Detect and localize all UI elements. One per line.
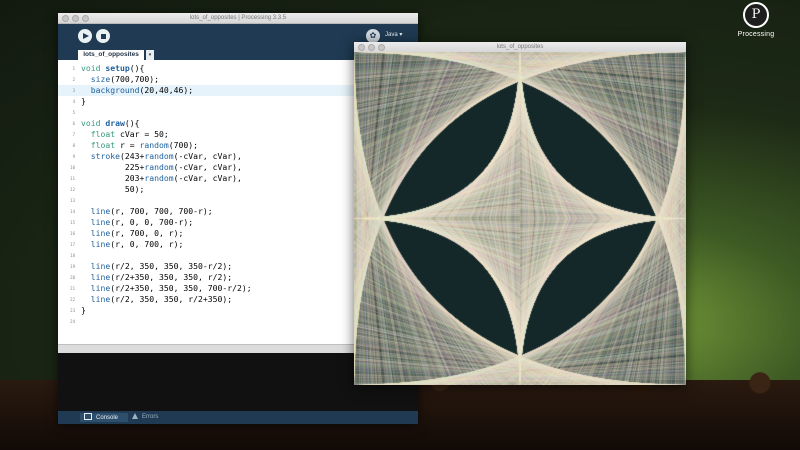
code-text: float cVar = 50; [90,129,169,139]
code-text: line(r/2, 350, 350, 350-r/2); [90,261,233,271]
sketch-canvas[interactable] [354,52,686,385]
ide-window-title: lots_of_opposites | Processing 3.3.5 [189,15,287,21]
code-text: } [81,96,86,106]
run-button[interactable] [78,29,92,43]
tab-lots-of-opposites[interactable]: lots_of_opposites [78,50,144,60]
line-number: 5 [72,110,75,115]
console-tab-label: Console [96,415,119,421]
line-number: 1 [72,66,75,71]
processing-logo: P Processing [726,2,786,38]
tab-menu-chevron-down-icon[interactable]: ▾ [146,50,154,60]
line-number: 11 [70,176,75,181]
code-text: float r = random(700); [90,140,198,150]
line-number: 9 [72,154,75,159]
zoom-window-button[interactable] [82,15,89,22]
line-number: 4 [72,99,75,104]
line-number: 19 [70,264,75,269]
processing-logo-icon: P [743,2,769,28]
code-text: background(20,40,46); [90,85,194,95]
line-number: 18 [70,253,75,258]
errors-tab[interactable]: Errors [132,413,158,422]
code-text: size(700,700); [90,74,159,84]
line-number: 7 [72,132,75,137]
ide-titlebar[interactable]: lots_of_opposites | Processing 3.3.5 [58,13,418,24]
sketch-minimize-window-button[interactable] [368,44,375,51]
code-text: 225+random(-cVar, cVar), [81,162,242,172]
code-text: line(r/2, 350, 350, r/2+350); [90,294,233,304]
processing-logo-label: Processing [737,31,775,38]
sketch-window-title: lots_of_opposites [496,44,544,50]
code-text: stroke(243+random(-cVar, cVar), [90,151,242,161]
sketch-close-window-button[interactable] [358,44,365,51]
line-number: 20 [70,275,75,280]
errors-tab-label: Errors [142,414,159,420]
console-icon [84,413,92,420]
close-window-button[interactable] [62,15,69,22]
line-number: 22 [70,297,75,302]
sketch-output-window: lots_of_opposites [354,42,686,385]
line-number: 6 [72,121,75,126]
line-number: 10 [70,165,75,170]
line-number: 8 [72,143,75,148]
code-text: } [81,305,86,315]
line-number: 21 [70,286,75,291]
debug-icon[interactable]: ✿ [366,29,380,43]
line-number: 12 [70,187,75,192]
line-number: 16 [70,231,75,236]
code-text: 50); [81,184,145,194]
code-text: line(r/2+350, 350, 350, 700-r/2); [90,283,252,293]
line-number: 13 [70,198,75,203]
console-tab[interactable]: Console [80,413,128,422]
minimize-window-button[interactable] [72,15,79,22]
console-bar: Console Errors [58,411,418,424]
sketch-zoom-window-button[interactable] [378,44,385,51]
line-number: 15 [70,220,75,225]
code-text: line(r, 700, 700, 700-r); [90,206,213,216]
code-text: line(r, 0, 0, 700-r); [90,217,194,227]
line-number: 23 [70,308,75,313]
mode-select[interactable]: Java ▾ [385,31,402,38]
code-text: line(r/2+350, 350, 350, r/2); [90,272,233,282]
line-number: 2 [72,77,75,82]
line-number: 3 [72,88,75,93]
stop-button[interactable] [96,29,110,43]
line-number: 24 [70,319,75,324]
line-number: 14 [70,209,75,214]
code-text: 203+random(-cVar, cVar), [81,173,242,183]
code-text: void setup(){ [81,63,145,73]
code-text: line(r, 700, 0, r); [90,228,184,238]
warning-icon [132,413,138,419]
line-number: 17 [70,242,75,247]
code-text: void draw(){ [81,118,140,128]
code-text: line(r, 0, 700, r); [90,239,184,249]
